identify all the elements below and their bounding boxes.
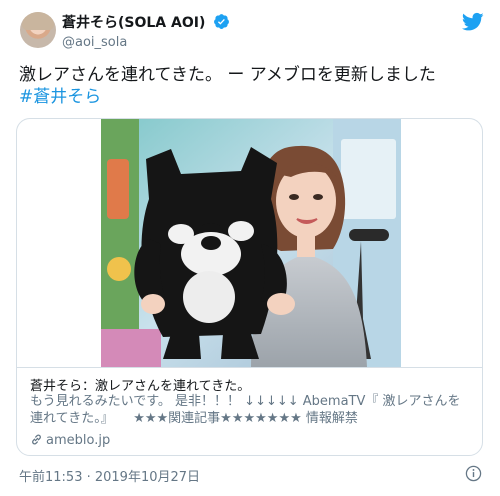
avatar[interactable] [20, 12, 56, 48]
tweet-timestamp[interactable]: 午前11:53 · 2019年10月27日 [19, 466, 200, 485]
hashtag-link[interactable]: #蒼井そら [19, 86, 489, 108]
card-source-link[interactable]: ameblo.jp [30, 433, 110, 448]
tweet-embed: 蒼井そら(SOLA AOI) @aoi_sola 激レアさんを連れてきた。 ー … [0, 0, 500, 496]
tweet-body: 激レアさんを連れてきた。 ー アメブロを更新しました [19, 65, 436, 85]
display-name[interactable]: 蒼井そら(SOLA AOI) [62, 12, 205, 32]
card-title[interactable]: 蒼井そら：激レアさんを連れてきた。 [30, 375, 250, 394]
card-photo [101, 119, 401, 367]
info-icon[interactable] [465, 465, 482, 482]
user-handle[interactable]: @aoi_sola [62, 35, 230, 50]
card-divider [17, 367, 482, 368]
user-block: 蒼井そら(SOLA AOI) @aoi_sola [62, 11, 230, 50]
link-icon [32, 434, 41, 445]
twitter-bird-icon[interactable] [462, 12, 484, 32]
verified-badge-icon [214, 14, 230, 29]
card-description: もう見れるみたいです。 是非！！！ ↓↓↓↓↓ AbemaTV『 激レアさんを連… [30, 394, 461, 426]
card-source-domain: ameblo.jp [46, 433, 111, 448]
card-image[interactable] [101, 119, 401, 367]
tweet-text: 激レアさんを連れてきた。 ー アメブロを更新しました #蒼井そら [19, 64, 489, 108]
link-card[interactable]: 蒼井そら：激レアさんを連れてきた。 もう見れるみたいです。 是非！！！ ↓↓↓↓… [16, 118, 483, 456]
